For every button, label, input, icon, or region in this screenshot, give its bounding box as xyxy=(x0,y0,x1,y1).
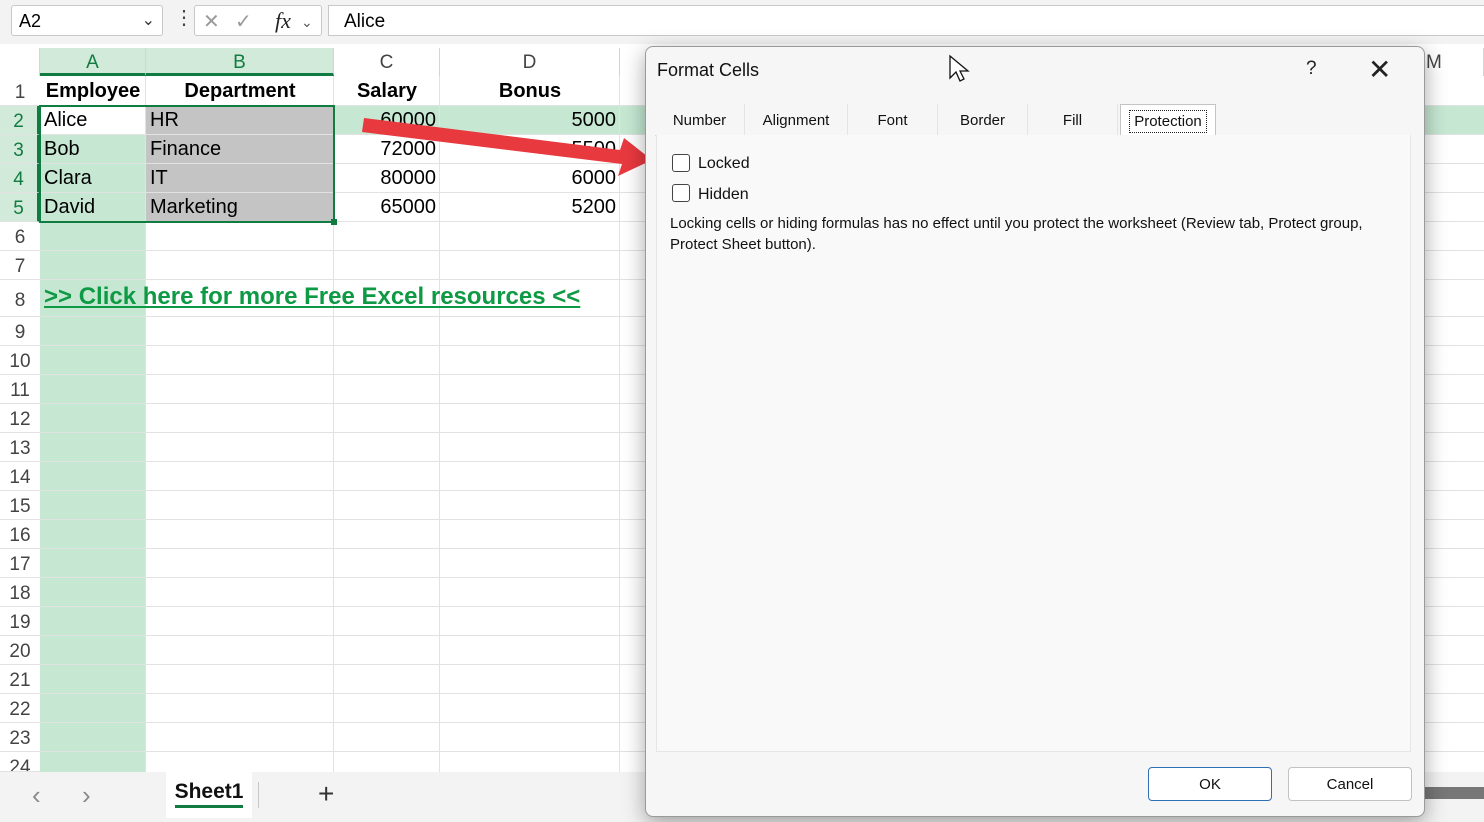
tab-fill[interactable]: Fill xyxy=(1028,104,1118,135)
row-header[interactable]: 12 xyxy=(0,404,40,433)
row-header[interactable]: 10 xyxy=(0,346,40,375)
table-header-employee[interactable]: Employee xyxy=(40,77,146,106)
hidden-label[interactable]: Hidden xyxy=(698,186,749,204)
row-header[interactable]: 24 xyxy=(0,752,40,772)
chevron-down-icon[interactable]: ⌄ xyxy=(301,14,313,31)
row-header[interactable]: 5 xyxy=(0,193,40,222)
horizontal-scrollbar[interactable] xyxy=(1424,787,1484,799)
formula-controls: ✕ ✓ fx ⌄ xyxy=(194,5,322,36)
row-header[interactable]: 1 xyxy=(0,77,40,106)
tab-border[interactable]: Border xyxy=(938,104,1028,135)
row-header[interactable]: 21 xyxy=(0,665,40,694)
locked-label[interactable]: Locked xyxy=(698,155,750,173)
row-header[interactable]: 6 xyxy=(0,222,40,251)
add-sheet-button[interactable]: + xyxy=(318,778,334,810)
sheet-tab[interactable]: Sheet1 xyxy=(166,772,252,818)
mouse-cursor-icon xyxy=(949,54,970,82)
hidden-checkbox[interactable] xyxy=(672,184,690,202)
check-icon[interactable]: ✓ xyxy=(235,9,252,34)
chevron-left-icon[interactable]: ‹ xyxy=(32,780,41,811)
annotation-arrow xyxy=(362,118,652,176)
table-header-department[interactable]: Department xyxy=(146,77,334,106)
chevron-down-icon[interactable]: ⌄ xyxy=(142,10,155,30)
select-all-corner[interactable] xyxy=(0,48,40,76)
row-header[interactable]: 4 xyxy=(0,164,40,193)
row-header[interactable]: 17 xyxy=(0,549,40,578)
row-header[interactable]: 22 xyxy=(0,694,40,723)
dialog-title: Format Cells xyxy=(657,60,760,80)
formula-input[interactable]: Alice xyxy=(328,5,1484,36)
row-header[interactable]: 14 xyxy=(0,462,40,491)
column-header-c[interactable]: C xyxy=(334,48,440,76)
row-header[interactable]: 20 xyxy=(0,636,40,665)
format-cells-dialog: Format Cells ? ✕ Number Alignment Font B… xyxy=(645,46,1425,817)
column-header-b[interactable]: B xyxy=(146,48,334,76)
row-header[interactable]: 16 xyxy=(0,520,40,549)
row-header[interactable]: 19 xyxy=(0,607,40,636)
tab-protection[interactable]: Protection xyxy=(1120,104,1216,136)
column-header-m[interactable]: M xyxy=(1424,48,1484,76)
row-header[interactable]: 2 xyxy=(0,106,40,135)
tab-number[interactable]: Number xyxy=(655,104,745,135)
row-header[interactable]: 8 xyxy=(0,280,40,317)
row-header[interactable]: 18 xyxy=(0,578,40,607)
chevron-right-icon[interactable]: › xyxy=(82,780,91,811)
row-header[interactable]: 23 xyxy=(0,723,40,752)
close-icon[interactable]: ✕ xyxy=(1368,53,1391,86)
tab-alignment[interactable]: Alignment xyxy=(745,104,848,135)
sheet-tab-label: Sheet1 xyxy=(174,780,244,808)
arrow-shape xyxy=(362,118,652,176)
name-box[interactable]: A2 ⌄ xyxy=(11,5,163,36)
ok-button[interactable]: OK xyxy=(1148,767,1272,801)
more-options-icon[interactable]: ⋮ xyxy=(174,8,194,28)
selection-border xyxy=(39,105,335,223)
insert-function-icon[interactable]: fx xyxy=(275,8,291,34)
table-cell[interactable]: 65000 xyxy=(334,193,440,222)
row-header[interactable]: 11 xyxy=(0,375,40,404)
column-header-a[interactable]: A xyxy=(40,48,146,76)
fill-handle[interactable] xyxy=(331,219,337,225)
name-box-value: A2 xyxy=(19,11,42,31)
dialog-tabstrip: Number Alignment Font Border Fill Protec… xyxy=(655,104,1411,136)
formula-value: Alice xyxy=(344,11,386,32)
tab-font[interactable]: Font xyxy=(848,104,938,135)
protection-note: Locking cells or hiding formulas has no … xyxy=(670,215,1363,253)
table-cell[interactable]: 5200 xyxy=(440,193,620,222)
formula-bar: A2 ⌄ ⋮ ✕ ✓ fx ⌄ Alice xyxy=(0,0,1484,44)
row-header[interactable]: 7 xyxy=(0,251,40,280)
row-header[interactable]: 3 xyxy=(0,135,40,164)
locked-checkbox[interactable] xyxy=(672,154,690,172)
cancel-icon[interactable]: ✕ xyxy=(203,9,220,34)
column-header-d[interactable]: D xyxy=(440,48,620,76)
row-header[interactable]: 9 xyxy=(0,317,40,346)
row-header[interactable]: 15 xyxy=(0,491,40,520)
tab-protection-label: Protection xyxy=(1129,110,1207,133)
row-header[interactable]: 13 xyxy=(0,433,40,462)
free-resources-link[interactable]: >> Click here for more Free Excel resour… xyxy=(44,283,580,311)
cancel-button[interactable]: Cancel xyxy=(1288,767,1412,801)
help-button[interactable]: ? xyxy=(1306,58,1317,80)
